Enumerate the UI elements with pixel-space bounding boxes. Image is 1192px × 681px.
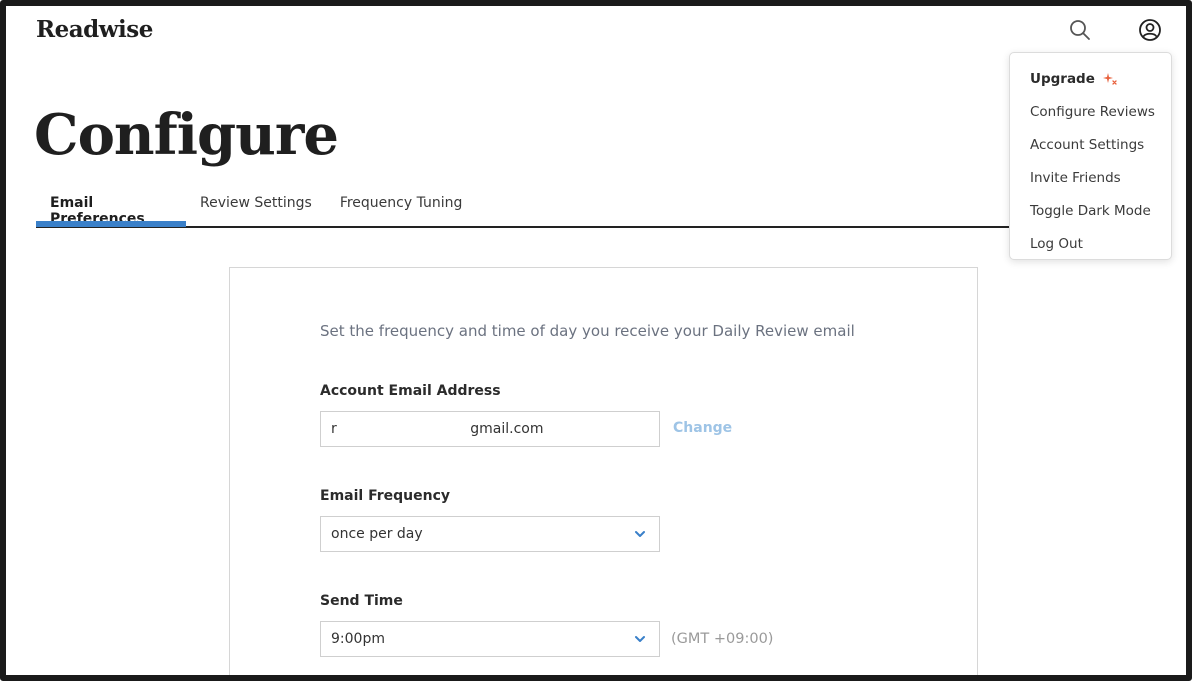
sparkle-icon [1102, 72, 1117, 86]
menu-item-toggle-dark-mode[interactable]: Toggle Dark Mode [1010, 194, 1171, 227]
menu-item-label: Upgrade [1030, 70, 1095, 87]
tab-email-preferences[interactable]: Email Preferences [36, 188, 186, 227]
page-title: Configure [34, 102, 339, 168]
menu-item-configure-reviews[interactable]: Configure Reviews [1010, 95, 1171, 128]
search-button[interactable] [1067, 17, 1093, 43]
menu-item-account-settings[interactable]: Account Settings [1010, 128, 1171, 161]
app-window: Readwise Configure Email Preferences Rev… [0, 0, 1192, 681]
send-time-label: Send Time [320, 593, 403, 609]
send-time-value: 9:00pm [331, 631, 385, 647]
menu-item-label: Configure Reviews [1030, 103, 1155, 120]
tab-bar: Email Preferences Review Settings Freque… [36, 188, 1036, 228]
tab-label: Frequency Tuning [339, 195, 463, 211]
menu-item-invite-friends[interactable]: Invite Friends [1010, 161, 1171, 194]
frequency-value: once per day [331, 526, 423, 542]
chevron-down-icon [634, 633, 646, 645]
user-circle-icon [1139, 19, 1161, 41]
tab-review-settings[interactable]: Review Settings [186, 188, 326, 226]
change-email-link[interactable]: Change [673, 420, 732, 436]
tab-frequency-tuning[interactable]: Frequency Tuning [326, 188, 477, 226]
frequency-select[interactable]: once per day [320, 516, 660, 552]
email-input[interactable] [331, 421, 659, 437]
menu-item-label: Account Settings [1030, 136, 1145, 153]
chevron-down-icon [634, 528, 646, 540]
frequency-label: Email Frequency [320, 488, 451, 504]
email-field[interactable] [320, 411, 660, 447]
menu-item-label: Log Out [1030, 235, 1083, 252]
account-dropdown-menu: Upgrade Configure Reviews Account Settin… [1009, 52, 1172, 260]
timezone-label: (GMT +09:00) [671, 631, 774, 647]
account-button[interactable] [1137, 17, 1163, 43]
send-time-select[interactable]: 9:00pm [320, 621, 660, 657]
tab-label: Email Preferences [50, 195, 145, 227]
readwise-logo[interactable]: Readwise [36, 16, 153, 43]
search-icon [1070, 20, 1090, 40]
email-label: Account Email Address [320, 383, 501, 399]
email-preferences-card: Set the frequency and time of day you re… [229, 267, 978, 675]
intro-text: Set the frequency and time of day you re… [320, 322, 855, 340]
page: Readwise Configure Email Preferences Rev… [10, 10, 1182, 675]
menu-item-upgrade[interactable]: Upgrade [1010, 62, 1171, 95]
menu-item-label: Toggle Dark Mode [1030, 202, 1151, 219]
tab-label: Review Settings [200, 195, 312, 211]
menu-item-log-out[interactable]: Log Out [1010, 227, 1171, 260]
menu-item-label: Invite Friends [1030, 169, 1121, 186]
